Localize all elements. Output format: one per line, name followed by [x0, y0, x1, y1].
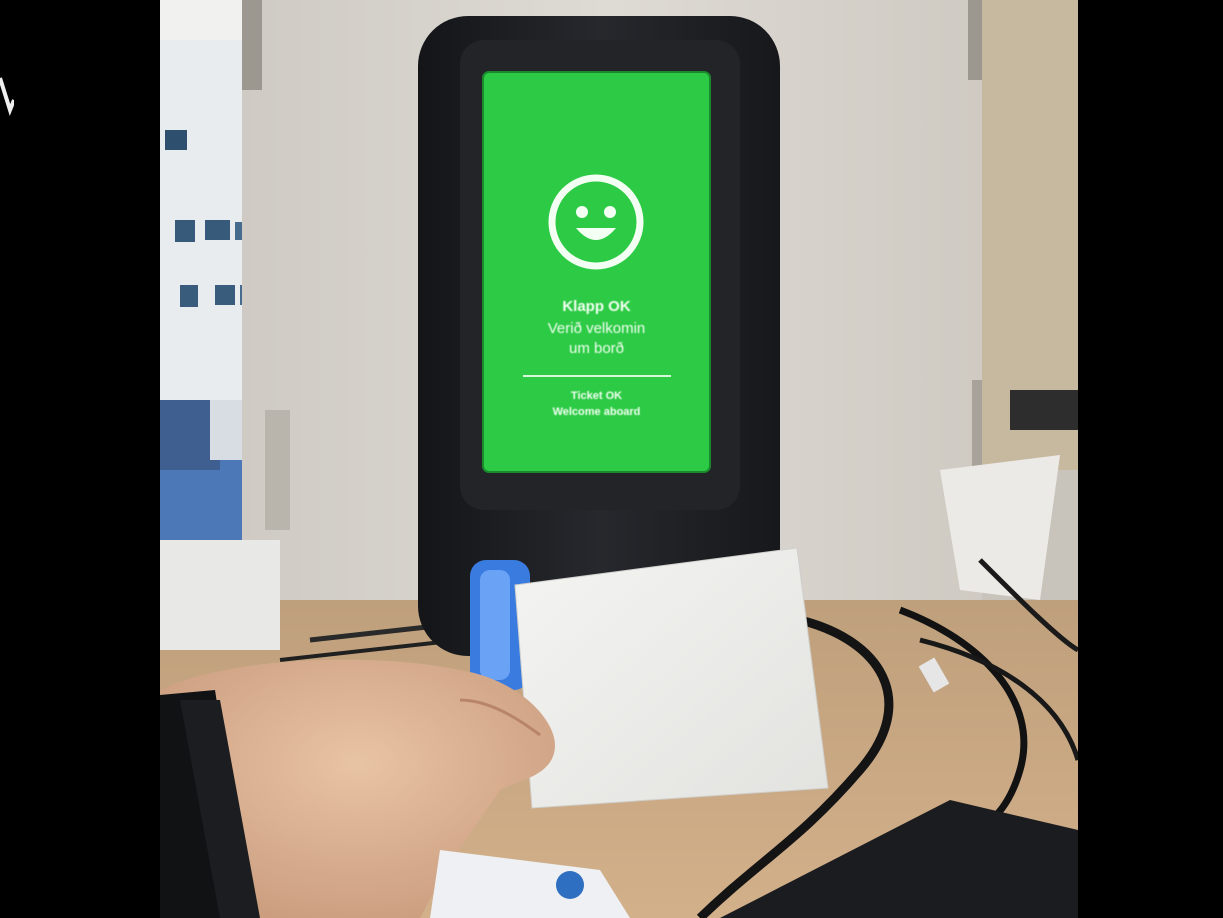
video-frame: Klapp OK Verið velkomin um borð Ticket O… — [0, 0, 1223, 918]
ticket-validator-screen: Klapp OK Verið velkomin um borð Ticket O… — [483, 72, 710, 472]
welcome-text-en: Welcome aboard — [552, 406, 641, 418]
welcome-text-is-1: Verið velkomin — [547, 320, 646, 337]
status-title-is: Klapp OK — [562, 298, 631, 315]
screen-divider — [523, 375, 671, 377]
smiley-face-icon — [546, 172, 646, 272]
status-title-en: Ticket OK — [570, 390, 623, 402]
photo-scene: Klapp OK Verið velkomin um borð Ticket O… — [160, 0, 1078, 918]
edge-fragment — [0, 70, 14, 118]
welcome-text-is-2: um borð — [568, 340, 625, 357]
